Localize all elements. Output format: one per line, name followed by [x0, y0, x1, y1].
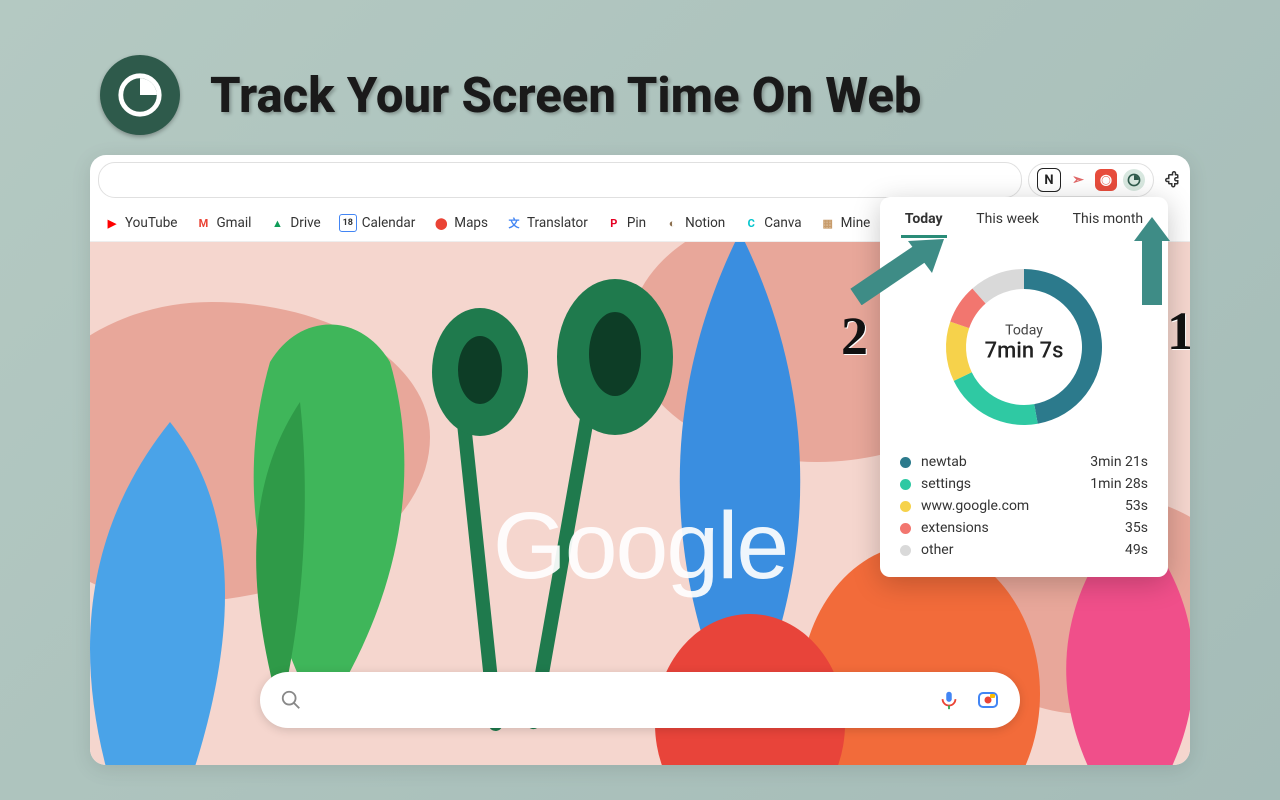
page-title: Track Your Screen Time On Web	[210, 67, 922, 124]
legend-row-extensions[interactable]: extensions35s	[900, 517, 1148, 539]
callout-number-1: 1	[1167, 300, 1190, 362]
popup-tab-this-week[interactable]: This week	[972, 207, 1043, 238]
extensions-menu-icon[interactable]	[1160, 169, 1182, 191]
bookmark-pin[interactable]: PPin	[606, 215, 646, 231]
extension-icon-notion[interactable]: N	[1037, 168, 1061, 192]
bookmark-canva[interactable]: CCanva	[743, 215, 801, 231]
bookmark-mine[interactable]: ▦Mine	[820, 215, 871, 231]
legend-row-www-google-com[interactable]: www.google.com53s	[900, 495, 1148, 517]
callout-number-2: 2	[841, 305, 868, 367]
donut-center-value: 7min 7s	[985, 339, 1064, 364]
google-logo: Google	[493, 492, 787, 601]
decorative-bud	[420, 302, 540, 442]
bookmark-maps[interactable]: ⬤Maps	[433, 215, 488, 231]
popup-tab-today[interactable]: Today	[901, 207, 947, 238]
legend-row-other[interactable]: other49s	[900, 539, 1148, 561]
bookmark-calendar[interactable]: 18Calendar	[339, 214, 416, 232]
donut-center-label: Today	[985, 323, 1064, 339]
lens-search-icon[interactable]	[976, 688, 1000, 712]
bookmark-youtube[interactable]: ▶YouTube	[104, 215, 177, 231]
extension-icon-recorder[interactable]: ◉	[1095, 169, 1117, 191]
extension-cluster: N ➣ ◉	[1028, 163, 1154, 197]
voice-search-icon[interactable]	[938, 689, 960, 711]
legend-row-newtab[interactable]: newtab3min 21s	[900, 451, 1148, 473]
bookmark-gmail[interactable]: MGmail	[195, 215, 251, 231]
bookmark-translator[interactable]: 文Translator	[506, 215, 588, 231]
decorative-leaf	[210, 282, 430, 722]
legend-row-settings[interactable]: settings1min 28s	[900, 473, 1148, 495]
google-search-box[interactable]	[260, 672, 1020, 728]
browser-window: N ➣ ◉ ▶YouTube MGmail ▲Drive 18Calendar ⬤Map…	[90, 155, 1190, 765]
search-icon	[280, 689, 302, 711]
popup-tabs: TodayThis weekThis month	[880, 197, 1168, 239]
callout-arrow-1	[1128, 215, 1176, 305]
bookmark-notion[interactable]: ◐Notion	[664, 215, 725, 231]
popup-legend: newtab3min 21ssettings1min 28swww.google…	[880, 447, 1168, 561]
extension-icon-screentime[interactable]	[1123, 169, 1145, 191]
address-bar[interactable]	[98, 162, 1022, 198]
bookmark-drive[interactable]: ▲Drive	[269, 215, 320, 231]
callout-arrow-2	[848, 235, 948, 305]
app-logo	[100, 55, 180, 135]
extension-icon-translate[interactable]: ➣	[1067, 169, 1089, 191]
